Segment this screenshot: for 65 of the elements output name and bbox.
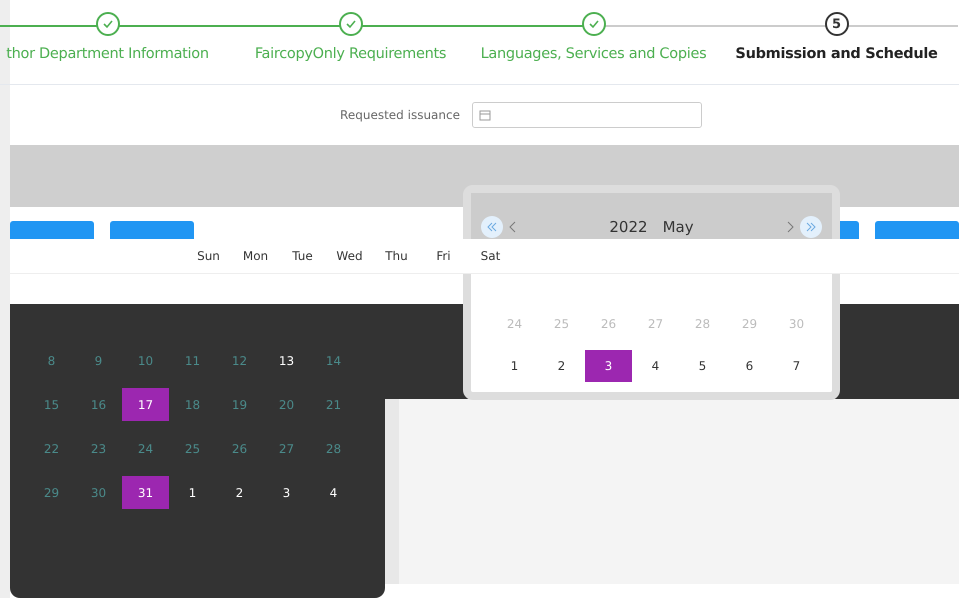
- weekday-label: Wed: [335, 249, 364, 263]
- action-button[interactable]: [10, 221, 94, 239]
- day-cell[interactable]: 1: [491, 350, 538, 382]
- weekday-label: Thu: [384, 249, 409, 263]
- date-field[interactable]: [472, 102, 702, 128]
- chevron-left-icon[interactable]: [509, 221, 517, 233]
- day-cell[interactable]: 30: [773, 308, 820, 340]
- day-cell[interactable]: 9: [75, 344, 122, 377]
- weekday-label: Tue: [291, 249, 314, 263]
- day-cell[interactable]: 28: [679, 308, 726, 340]
- day-cell[interactable]: 2: [216, 476, 263, 509]
- day-cell[interactable]: 6: [726, 350, 773, 382]
- day-cell[interactable]: 16: [75, 388, 122, 421]
- day-cell[interactable]: 24: [122, 432, 169, 465]
- day-cell[interactable]: 25: [169, 432, 216, 465]
- day-cell[interactable]: 1: [169, 476, 216, 509]
- day-cell[interactable]: 13: [263, 344, 310, 377]
- month-title: 2022 May: [608, 218, 695, 236]
- chevron-right-icon[interactable]: [786, 221, 794, 233]
- day-cell[interactable]: 22: [28, 432, 75, 465]
- day-cell[interactable]: 17: [122, 388, 169, 421]
- day-cell[interactable]: 15: [28, 388, 75, 421]
- action-button[interactable]: [110, 221, 194, 239]
- step-label[interactable]: thor Department Information: [6, 46, 209, 62]
- field-label: Requested issuance: [339, 108, 460, 122]
- step-label[interactable]: Submission and Schedule: [735, 46, 938, 62]
- day-cell[interactable]: 28: [310, 432, 357, 465]
- day-cell[interactable]: 31: [122, 476, 169, 509]
- weekday-label: Sun: [196, 249, 221, 263]
- double-right-icon[interactable]: [800, 216, 822, 238]
- day-cell[interactable]: 26: [585, 308, 632, 340]
- day-cell[interactable]: 25: [538, 308, 585, 340]
- day-cell[interactable]: 29: [28, 476, 75, 509]
- day-cell[interactable]: 24: [491, 308, 538, 340]
- day-cell[interactable]: 10: [122, 344, 169, 377]
- day-cell[interactable]: 30: [75, 476, 122, 509]
- day-cell[interactable]: 4: [310, 476, 357, 509]
- day-cell[interactable]: 26: [216, 432, 263, 465]
- day-cell[interactable]: 19: [216, 388, 263, 421]
- day-cell[interactable]: 2: [538, 350, 585, 382]
- day-cell[interactable]: 29: [726, 308, 773, 340]
- day-cell[interactable]: 21: [310, 388, 357, 421]
- day-cell[interactable]: 4: [632, 350, 679, 382]
- day-cell[interactable]: 5: [679, 350, 726, 382]
- day-cell[interactable]: 27: [263, 432, 310, 465]
- day-cell[interactable]: 23: [75, 432, 122, 465]
- double-left-icon[interactable]: [481, 216, 503, 238]
- day-cell[interactable]: 18: [169, 388, 216, 421]
- day-cell[interactable]: 7: [773, 350, 820, 382]
- day-cell[interactable]: 27: [632, 308, 679, 340]
- day-cell[interactable]: 3: [263, 476, 310, 509]
- day-cell[interactable]: 14: [310, 344, 357, 377]
- calendar-icon: [479, 109, 491, 121]
- step-label[interactable]: Languages, Services and Copies: [480, 46, 706, 62]
- day-cell[interactable]: 12: [216, 344, 263, 377]
- weekday-label: Fri: [435, 249, 452, 263]
- step-label[interactable]: FaircopyOnly Requirements: [254, 46, 446, 62]
- day-cell[interactable]: 20: [263, 388, 310, 421]
- step-number: 5: [824, 12, 848, 36]
- action-button[interactable]: [875, 221, 959, 239]
- day-cell[interactable]: 3: [585, 350, 632, 382]
- weekday-label: Mon: [242, 249, 270, 263]
- day-cell[interactable]: 8: [28, 344, 75, 377]
- day-cell[interactable]: 11: [169, 344, 216, 377]
- weekday-label: Sat: [480, 249, 502, 263]
